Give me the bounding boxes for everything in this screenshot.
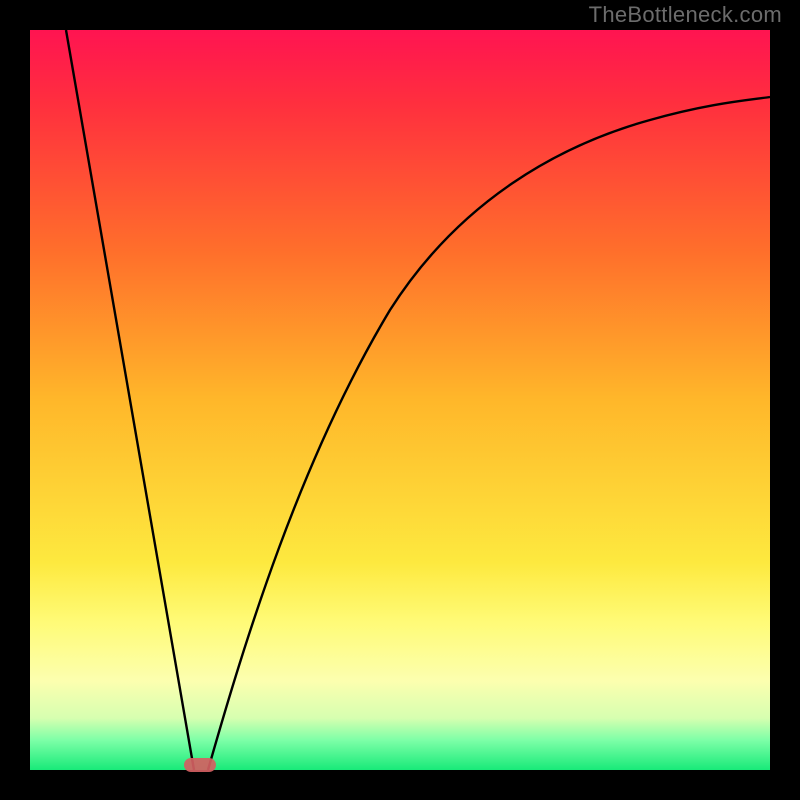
- chart-frame: TheBottleneck.com: [0, 0, 800, 800]
- attribution-label: TheBottleneck.com: [589, 2, 782, 28]
- bottleneck-curve: [30, 30, 770, 770]
- min-marker: [184, 758, 216, 772]
- plot-area: [30, 30, 770, 770]
- curve-right-branch: [208, 97, 770, 770]
- curve-left-branch: [66, 30, 194, 770]
